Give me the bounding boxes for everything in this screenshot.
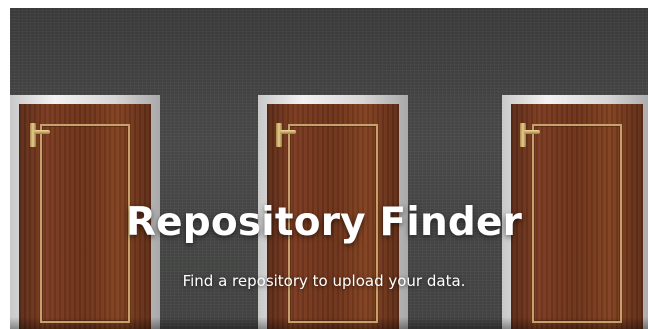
page-title: Repository Finder	[125, 200, 523, 245]
door-left-handle-icon	[30, 123, 52, 147]
door-right-handle-icon	[520, 123, 542, 147]
door-center-handle-icon	[276, 123, 298, 147]
page-subtitle: Find a repository to upload your data.	[182, 272, 466, 290]
